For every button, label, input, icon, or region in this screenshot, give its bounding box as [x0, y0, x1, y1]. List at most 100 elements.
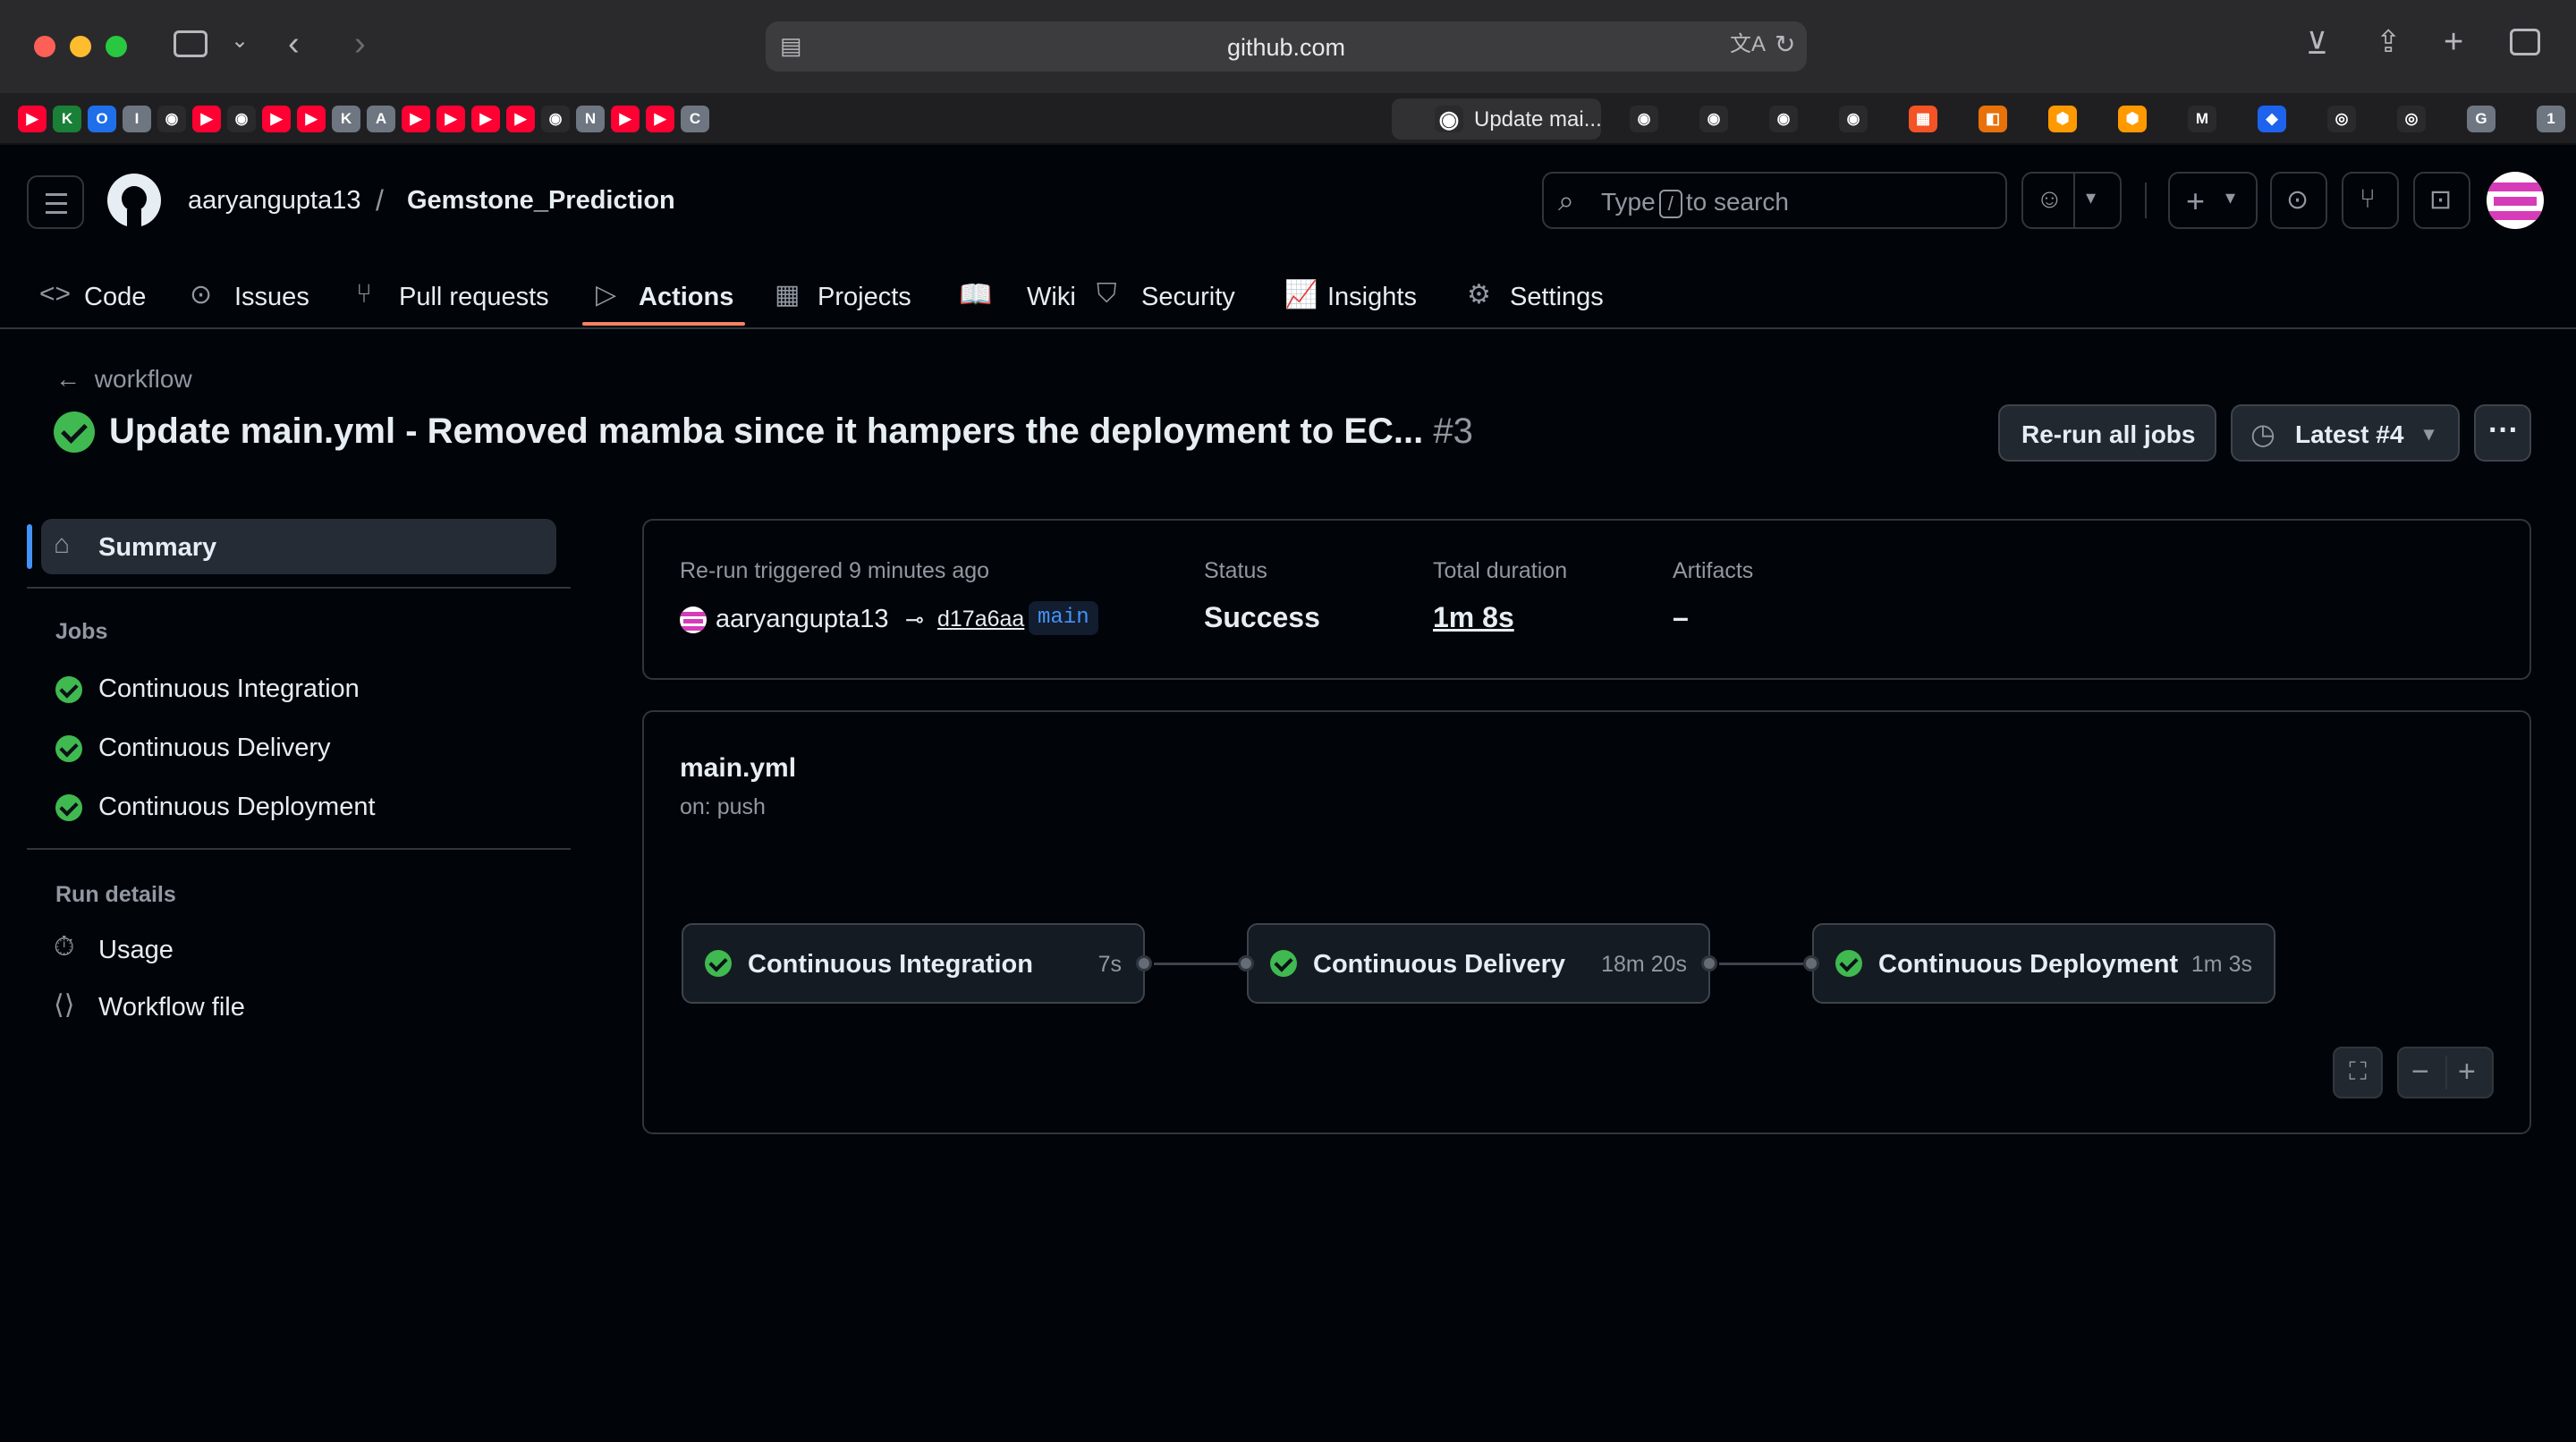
- favorite-aws-icon[interactable]: ⬢: [2048, 106, 2077, 132]
- downloads-icon[interactable]: ⊻: [2306, 29, 2328, 59]
- branch-badge[interactable]: main: [1029, 601, 1098, 635]
- copilot-button[interactable]: ☺ ▾: [2021, 172, 2122, 229]
- close-window-button[interactable]: [34, 36, 55, 57]
- book-icon: 📖: [959, 280, 993, 310]
- run-details-heading: Run details: [55, 882, 176, 907]
- plus-icon: +: [2186, 182, 2206, 219]
- favorite-k-icon[interactable]: K: [53, 106, 81, 132]
- favorite-i-icon[interactable]: I: [123, 106, 151, 132]
- back-to-workflow-link[interactable]: ← workflow: [55, 365, 192, 394]
- user-avatar[interactable]: [2487, 172, 2544, 229]
- favorite-n-icon[interactable]: N: [576, 106, 605, 132]
- commit-sha-link[interactable]: d17a6aa: [937, 606, 1024, 632]
- favorite-github-icon[interactable]: ◉: [157, 106, 186, 132]
- favorite-digital-icon[interactable]: ◎: [2327, 106, 2356, 132]
- favorite-youtube-icon[interactable]: ▶: [402, 106, 430, 132]
- tab-label: Insights: [1327, 283, 1417, 311]
- favorite-github-icon[interactable]: ◉: [541, 106, 570, 132]
- stopwatch-icon: ⏱: [54, 932, 75, 962]
- sidebar-item-label: Usage: [98, 936, 174, 964]
- sidebar-job-item[interactable]: Continuous Delivery: [41, 728, 556, 768]
- inbox-button[interactable]: ⊡: [2413, 172, 2470, 229]
- summary-active-indicator: [27, 524, 32, 569]
- share-icon[interactable]: ⇪: [2376, 27, 2402, 57]
- favorite-youtube-icon[interactable]: ▶: [471, 106, 500, 132]
- job-duration: 18m 20s: [1601, 952, 1687, 977]
- address-bar[interactable]: ▤ github.com 文A ↻: [766, 21, 1807, 72]
- favorite-docker-icon[interactable]: ◆: [2258, 106, 2286, 132]
- chevron-down-icon[interactable]: ⌄: [231, 30, 249, 52]
- plus-icon: +: [2458, 1055, 2476, 1089]
- zoom-out-button[interactable]: − +: [2397, 1047, 2494, 1098]
- job-name: Continuous Deployment: [1878, 950, 2179, 979]
- favorite-microsoft-icon[interactable]: ▦: [1909, 106, 1937, 132]
- create-new-button[interactable]: + ▾: [2168, 172, 2258, 229]
- favorite-o-icon[interactable]: O: [88, 106, 116, 132]
- browser-titlebar: ⌄ ‹ › ▤ github.com 文A ↻ ⊻ ⇪ +: [0, 0, 2576, 93]
- actor-avatar[interactable]: [680, 606, 707, 633]
- favorite-gmail-icon[interactable]: M: [2188, 106, 2216, 132]
- artifacts-value: –: [1673, 601, 1689, 633]
- favorite-youtube-icon[interactable]: ▶: [262, 106, 291, 132]
- sidebar-job-item[interactable]: Continuous Integration: [41, 669, 556, 708]
- workflow-job-node[interactable]: Continuous Integration 7s: [682, 923, 1145, 1004]
- actor-link[interactable]: aaryangupta13: [716, 605, 889, 634]
- sidebar-item-workflow-file[interactable]: ⟨⟩ Workflow file: [41, 988, 556, 1027]
- favorite-github-icon[interactable]: ◉: [1769, 106, 1798, 132]
- sidebar-divider: [27, 848, 571, 850]
- issues-button[interactable]: ⊙: [2270, 172, 2327, 229]
- favorite-github-icon[interactable]: ◉: [1699, 106, 1728, 132]
- graph-icon: 📈: [1284, 280, 1318, 310]
- rerun-all-jobs-button[interactable]: Re-run all jobs: [1998, 404, 2216, 462]
- fullscreen-button[interactable]: ⛶: [2333, 1047, 2383, 1098]
- job-output-port: [1701, 955, 1717, 971]
- more-options-button[interactable]: ···: [2474, 404, 2531, 462]
- favorite-a-icon[interactable]: A: [367, 106, 395, 132]
- favorite-aws-icon[interactable]: ⬢: [2118, 106, 2147, 132]
- favorite-digital-icon[interactable]: ◎: [2397, 106, 2426, 132]
- favorite-g-icon[interactable]: G: [2467, 106, 2496, 132]
- favorite-youtube-icon[interactable]: ▶: [646, 106, 674, 132]
- favorite-orange-app-icon[interactable]: ◧: [1979, 106, 2007, 132]
- github-logo-icon[interactable]: [107, 174, 161, 227]
- duration-value[interactable]: 1m 8s: [1433, 601, 1514, 634]
- new-tab-icon[interactable]: +: [2444, 25, 2463, 59]
- minimize-window-button[interactable]: [70, 36, 91, 57]
- trigger-text: Re-run triggered 9 minutes ago: [680, 558, 990, 583]
- sidebar-item-summary[interactable]: ⌂ Summary: [41, 519, 556, 574]
- back-arrow-icon[interactable]: ‹: [288, 27, 300, 61]
- repo-name-link[interactable]: Gemstone_Prediction: [407, 186, 675, 216]
- favorite-github-icon[interactable]: ◉: [1630, 106, 1658, 132]
- minus-icon: −: [2411, 1055, 2429, 1089]
- tab-label: Code: [84, 283, 147, 311]
- favorite-youtube-icon[interactable]: ▶: [611, 106, 640, 132]
- favorite-c-icon[interactable]: C: [681, 106, 709, 132]
- sidebar-toggle-icon[interactable]: [174, 30, 208, 57]
- menu-button[interactable]: [27, 175, 84, 229]
- favorite-youtube-icon[interactable]: ▶: [506, 106, 535, 132]
- sidebar-job-item[interactable]: Continuous Deployment: [41, 787, 556, 827]
- tab-overview-icon[interactable]: [2510, 29, 2540, 55]
- favorite-one-icon[interactable]: 1: [2537, 106, 2565, 132]
- pull-requests-button[interactable]: ⑂: [2342, 172, 2399, 229]
- latest-attempt-dropdown[interactable]: ◷ Latest #4 ▾: [2231, 404, 2460, 462]
- favorite-youtube-icon[interactable]: ▶: [297, 106, 326, 132]
- workflow-job-node[interactable]: Continuous Deployment 1m 3s: [1812, 923, 2275, 1004]
- favorite-k-icon[interactable]: K: [332, 106, 360, 132]
- reload-icon[interactable]: ↻: [1775, 32, 1795, 57]
- repo-owner-link[interactable]: aaryangupta13: [188, 186, 361, 216]
- search-placeholder: Type / to search: [1601, 188, 1789, 218]
- search-input[interactable]: ⌕ Type / to search: [1542, 172, 2007, 229]
- translate-icon[interactable]: 文A: [1730, 34, 1766, 55]
- favorite-github-icon[interactable]: ◉: [1839, 106, 1868, 132]
- sidebar-job-label: Continuous Integration: [98, 674, 360, 703]
- zoom-window-button[interactable]: [106, 36, 127, 57]
- sidebar-item-usage[interactable]: ⏱ Usage: [41, 930, 556, 970]
- favorite-youtube-icon[interactable]: ▶: [436, 106, 465, 132]
- workflow-job-node[interactable]: Continuous Delivery 18m 20s: [1247, 923, 1710, 1004]
- forward-arrow-icon[interactable]: ›: [354, 27, 366, 61]
- favorite-youtube-icon[interactable]: ▶: [192, 106, 221, 132]
- favorite-github-icon[interactable]: ◉: [227, 106, 256, 132]
- workflow-trigger: on: push: [680, 794, 766, 819]
- favorite-youtube-icon[interactable]: ▶: [18, 106, 47, 132]
